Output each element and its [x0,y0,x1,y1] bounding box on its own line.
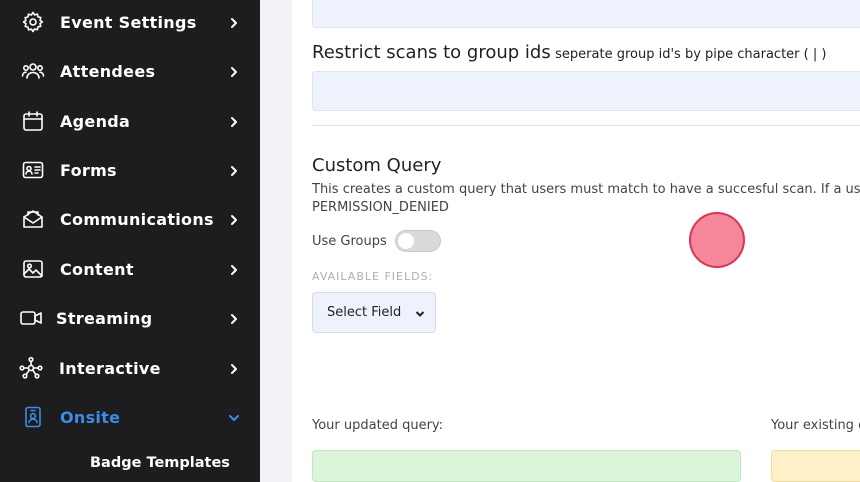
updated-query-label: Your updated query: [312,418,444,433]
main-content: Restrict scans to group ids seperate gro… [292,0,860,482]
sidebar-item-interactive[interactable]: Interactive [0,348,260,388]
mail-icon [20,206,46,232]
sidebar-item-content[interactable]: Content [0,249,260,289]
chevron-right-icon [228,115,240,127]
custom-query-description: This creates a custom query that users m… [312,181,860,217]
restrict-scans-hint: seperate group id's by pipe character ( … [555,47,827,62]
badge-icon [20,404,46,430]
sidebar-item-communications[interactable]: Communications [0,199,260,239]
calendar-icon [20,108,46,134]
sidebar-item-label: Onsite [60,407,121,427]
section-divider [312,125,860,126]
sidebar-item-event-settings[interactable]: Event Settings [0,2,260,42]
existing-query-label: Your existing qu [771,418,860,433]
sidebar-item-attendees[interactable]: Attendees [0,51,260,91]
chevron-right-icon [228,312,240,324]
chevron-right-icon [228,362,240,374]
sidebar: Event Settings Attendees Agenda Forms Co… [0,0,260,482]
restrict-scans-title: Restrict scans to group ids [312,42,551,63]
users-icon [20,58,46,84]
use-groups-label: Use Groups [312,234,387,249]
gear-icon [20,9,46,35]
click-indicator [689,212,745,268]
image-icon [20,256,46,282]
video-icon [18,305,44,331]
restrict-scans-heading: Restrict scans to group ids seperate gro… [312,42,826,63]
chevron-down-icon [228,411,240,423]
content-gutter [260,0,292,482]
sidebar-item-onsite[interactable]: Onsite [0,397,260,437]
chevron-right-icon [228,16,240,28]
sidebar-item-forms[interactable]: Forms [0,150,260,190]
chevron-right-icon [228,263,240,275]
sidebar-item-label: Forms [60,160,117,180]
sidebar-item-label: Streaming [56,308,153,328]
existing-query-box[interactable] [771,450,860,482]
id-card-icon [20,157,46,183]
sidebar-item-label: Event Settings [60,12,197,32]
sidebar-subitem-badge-templates[interactable]: Badge Templates [90,455,230,471]
field-select-value: Select Field [327,305,402,320]
sidebar-item-agenda[interactable]: Agenda [0,101,260,141]
field-select[interactable]: Select Field [312,292,436,333]
sidebar-item-label: Agenda [60,111,131,131]
network-icon [18,355,44,381]
custom-query-description-code: PERMISSION_DENIED [312,200,449,215]
group-ids-input[interactable] [312,71,860,111]
updated-query-box[interactable] [312,450,741,482]
sidebar-item-streaming[interactable]: Streaming [0,298,260,338]
custom-query-description-line: This creates a custom query that users m… [312,182,860,197]
sidebar-item-label: Attendees [60,61,156,81]
sidebar-item-label: Interactive [59,358,161,378]
toggle-knob [398,233,414,249]
chevron-right-icon [228,65,240,77]
use-groups-toggle[interactable] [395,230,441,252]
chevron-right-icon [228,164,240,176]
custom-query-title: Custom Query [312,155,442,176]
sidebar-item-label: Content [60,259,134,279]
available-fields-label: AVAILABLE FIELDS: [312,270,434,283]
previous-field-input[interactable] [312,0,860,28]
chevron-down-icon [415,308,425,318]
chevron-right-icon [228,213,240,225]
sidebar-item-label: Communications [60,209,214,229]
